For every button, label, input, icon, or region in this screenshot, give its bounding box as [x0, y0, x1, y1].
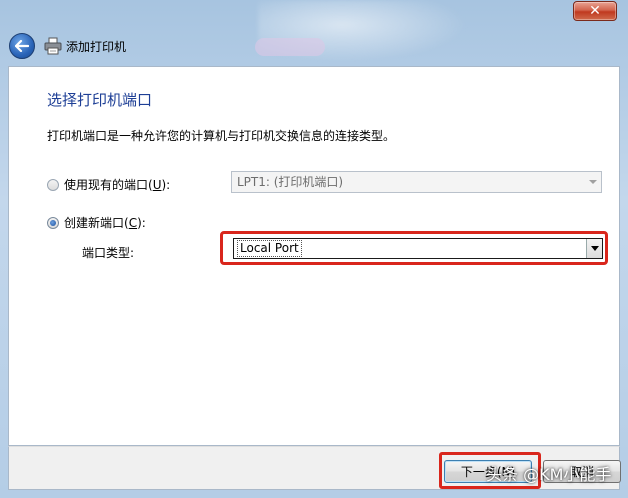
port-type-dropdown[interactable]: Local Port [233, 238, 603, 259]
dropdown-arrow-icon[interactable] [586, 239, 602, 258]
back-arrow-icon [15, 40, 29, 52]
chevron-down-icon [589, 180, 597, 184]
existing-port-dropdown[interactable]: LPT1: (打印机端口) [231, 171, 602, 193]
close-icon: ✕ [589, 3, 601, 19]
page-title: 选择打印机端口 [47, 91, 153, 109]
existing-port-option[interactable]: 使用现有的端口(U): [47, 176, 170, 193]
printer-icon [44, 37, 62, 55]
close-button[interactable]: ✕ [573, 1, 617, 21]
port-type-label: 端口类型: [82, 246, 135, 260]
new-port-radio[interactable] [47, 216, 59, 229]
back-button[interactable] [9, 33, 35, 59]
page-description: 打印机端口是一种允许您的计算机与打印机交换信息的连接类型。 [47, 129, 396, 143]
existing-port-radio[interactable] [47, 178, 59, 191]
background-blur-shape [255, 38, 325, 56]
wizard-content: 选择打印机端口 打印机端口是一种允许您的计算机与打印机交换信息的连接类型。 使用… [8, 66, 620, 446]
new-port-label: 创建新端口(C): [64, 216, 146, 230]
existing-port-value: LPT1: (打印机端口) [237, 175, 344, 189]
window-title: 添加打印机 [66, 40, 127, 54]
existing-port-label: 使用现有的端口(U): [64, 178, 171, 192]
port-type-value: Local Port [237, 240, 302, 257]
watermark: 头条 @KM小能手 [486, 465, 612, 484]
new-port-option[interactable]: 创建新端口(C): [47, 214, 146, 231]
